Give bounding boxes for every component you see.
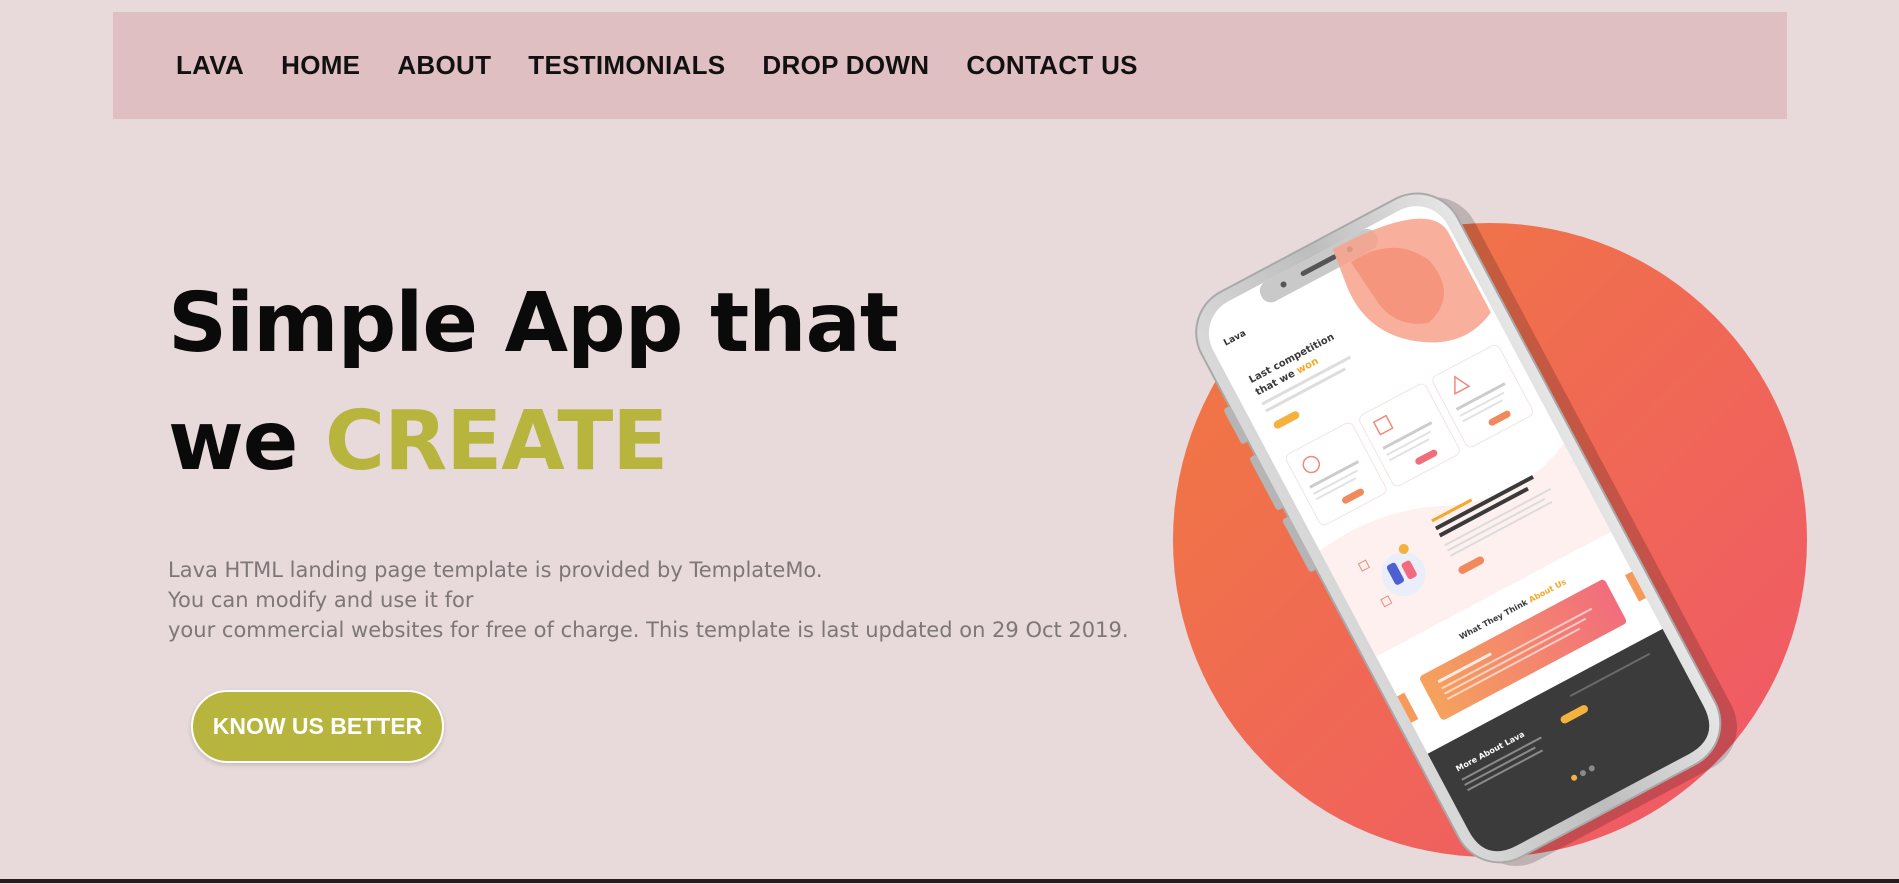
- nav-item-contact-us[interactable]: CONTACT US: [966, 50, 1138, 81]
- hero-title: Simple App that we CREATE: [168, 265, 899, 501]
- hero-title-line2-prefix: we: [168, 394, 325, 489]
- hero-description-line: your commercial websites for free of cha…: [168, 618, 1129, 642]
- know-us-better-button[interactable]: KNOW US BETTER: [191, 690, 444, 763]
- nav-item-about[interactable]: ABOUT: [397, 50, 491, 81]
- nav-item-testimonials[interactable]: TESTIMONIALS: [528, 50, 725, 81]
- phone-mockup-svg: Lava Last competition that we won What T…: [1173, 192, 1807, 866]
- nav-item-home[interactable]: HOME: [281, 50, 360, 81]
- hero-description-line: You can modify and use it for: [168, 588, 474, 612]
- nav-item-drop-down[interactable]: DROP DOWN: [762, 50, 929, 81]
- hero-description: Lava HTML landing page template is provi…: [168, 555, 1129, 645]
- navbar: LAVA HOME ABOUT TESTIMONIALS DROP DOWN C…: [113, 12, 1787, 119]
- nav-logo-lava[interactable]: LAVA: [176, 50, 244, 81]
- hero-title-line1: Simple App that: [168, 276, 899, 371]
- hero-title-highlight: CREATE: [324, 394, 668, 489]
- hero-section: Simple App that we CREATE: [168, 265, 899, 501]
- page-bottom-divider: [0, 879, 1899, 883]
- hero-description-line: Lava HTML landing page template is provi…: [168, 558, 823, 582]
- phone-mockup-illustration: Lava Last competition that we won What T…: [1150, 180, 1830, 880]
